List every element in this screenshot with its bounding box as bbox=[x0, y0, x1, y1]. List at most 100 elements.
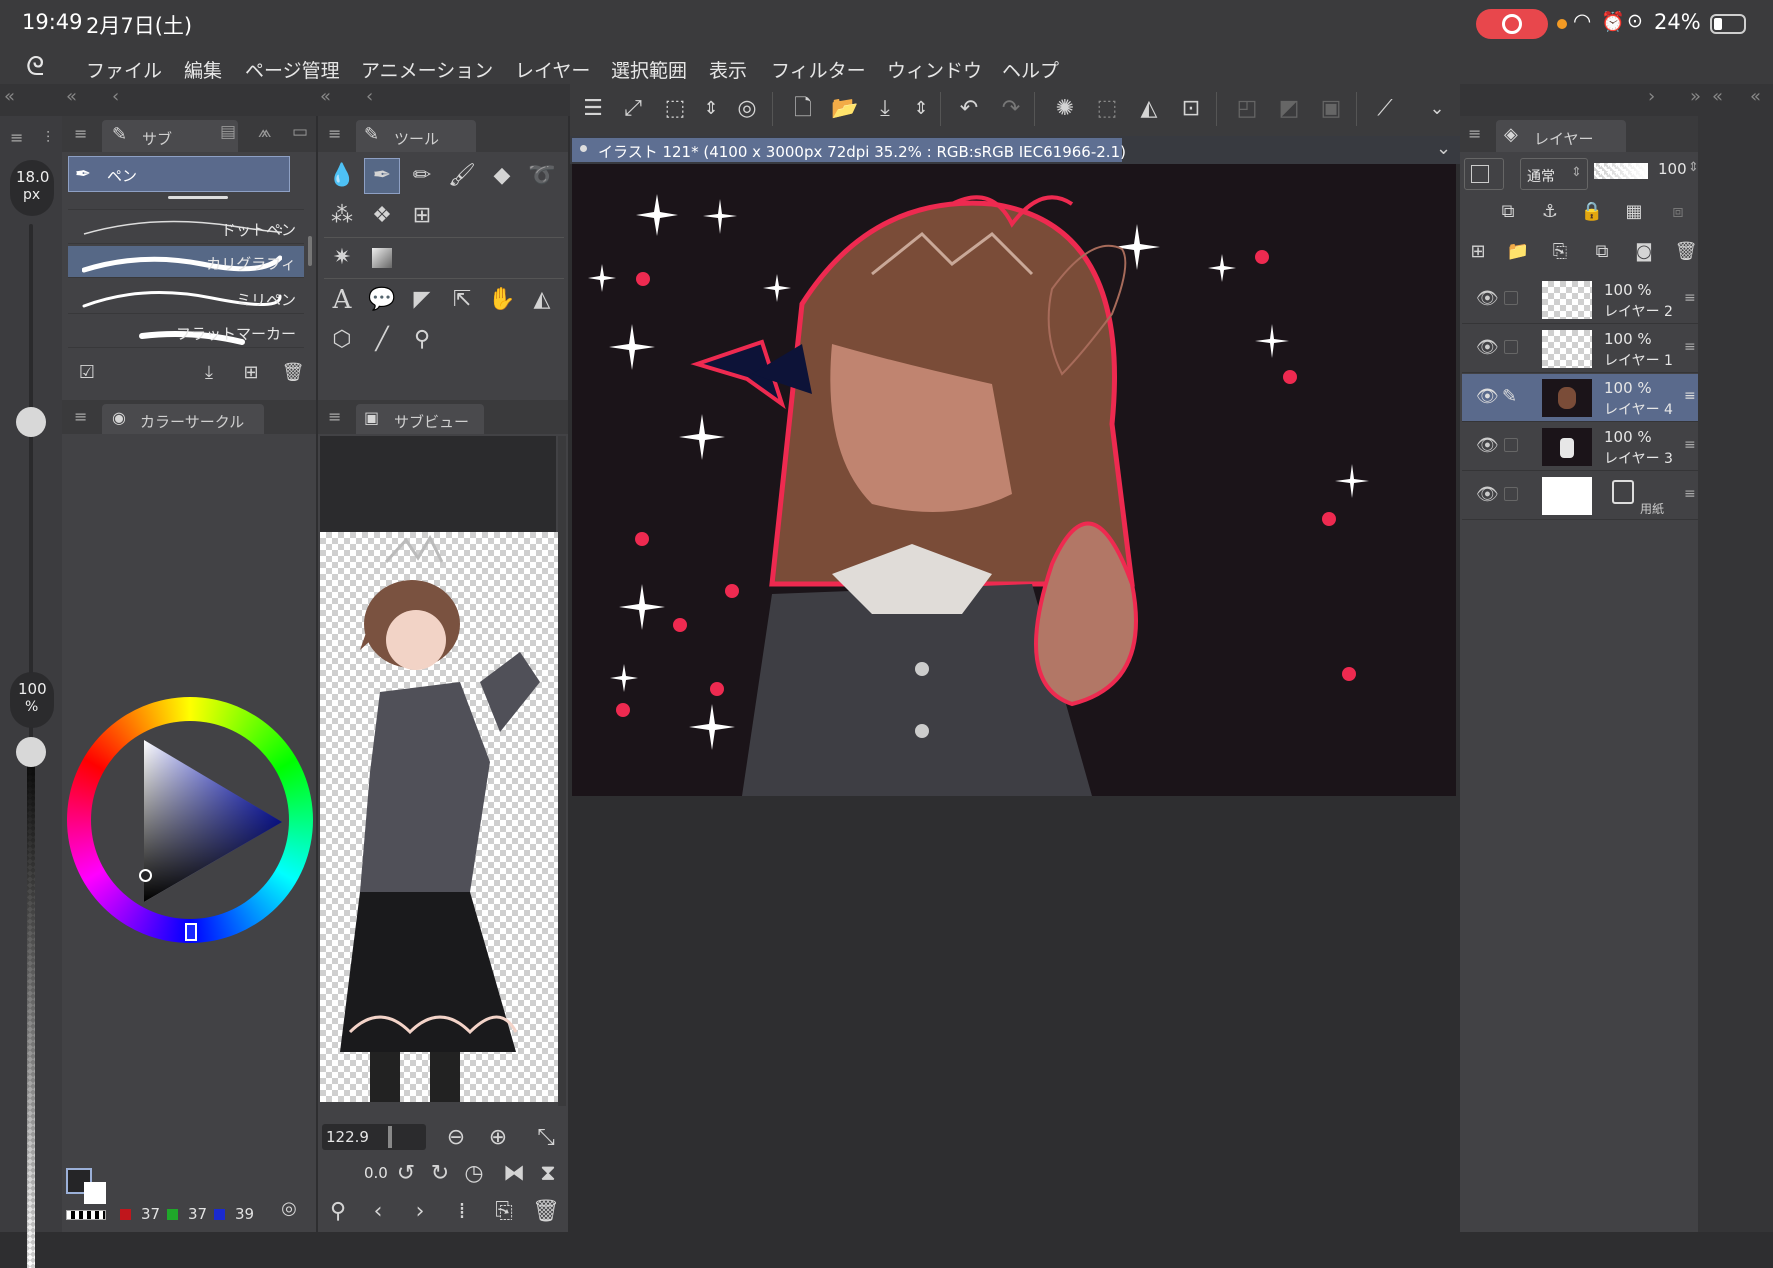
rotate-right-icon[interactable]: ↻ bbox=[426, 1160, 454, 1188]
hue-picker-cursor[interactable] bbox=[185, 923, 197, 941]
eye-icon[interactable]: 👁 bbox=[1476, 435, 1499, 456]
gradient-tool-icon[interactable] bbox=[372, 248, 392, 268]
layer-checkbox[interactable] bbox=[1504, 438, 1518, 452]
eyedropper-tool-icon[interactable]: ⚲ bbox=[404, 322, 440, 358]
tool-settings-icon[interactable]: ⫶ bbox=[46, 128, 50, 148]
clear-selection-icon[interactable]: ⬚ bbox=[1090, 92, 1124, 126]
collapse-left-icon[interactable]: « bbox=[320, 86, 331, 107]
lock-transparency-icon[interactable]: ▦ bbox=[1620, 198, 1648, 226]
duplicate-layer-icon[interactable]: ⎘ bbox=[1546, 238, 1574, 266]
expand-right-icon[interactable]: » bbox=[1690, 86, 1701, 107]
layer-color-toggle[interactable] bbox=[1464, 158, 1504, 190]
panel-menu-icon[interactable]: ≡ bbox=[74, 124, 87, 143]
menu-edit[interactable]: 編集 bbox=[184, 56, 222, 83]
brush-tool-icon[interactable]: 🖌 bbox=[444, 158, 480, 194]
updown-arrows-icon[interactable]: ⇕ bbox=[694, 92, 728, 126]
eye-icon[interactable]: 👁 bbox=[1476, 288, 1499, 309]
text-tool-icon[interactable]: A bbox=[324, 282, 360, 318]
layer-row-selected[interactable]: 👁 ✎ 100 % レイヤー 4 ≡ bbox=[1462, 374, 1698, 422]
collapse-left-icon[interactable]: « bbox=[4, 86, 15, 107]
brush-category-icon[interactable]: ▭ bbox=[292, 122, 308, 142]
collapse-left-icon[interactable]: « bbox=[1750, 86, 1761, 107]
3d-object-tool-icon[interactable]: ⬡ bbox=[324, 322, 360, 358]
fit-view-icon[interactable]: ⤡ bbox=[532, 1124, 560, 1152]
trash-icon[interactable]: 🗑 bbox=[1672, 238, 1700, 266]
tab-sub-tool[interactable]: ✎ サブ bbox=[102, 120, 238, 152]
crop-icon[interactable]: ⊡ bbox=[1174, 92, 1208, 126]
subview-reference-image[interactable] bbox=[320, 532, 558, 1102]
color-triangle[interactable] bbox=[140, 736, 286, 906]
color-picker-cursor[interactable] bbox=[139, 869, 152, 882]
drag-handle-icon[interactable]: ≡ bbox=[1684, 290, 1696, 306]
panel-menu-icon[interactable]: ≡ bbox=[1468, 124, 1481, 143]
grid-view-icon[interactable]: ⁞ bbox=[448, 1198, 476, 1226]
rotate-left-icon[interactable]: ↺ bbox=[392, 1160, 420, 1188]
blend-tool-icon[interactable]: 💧 bbox=[324, 158, 360, 194]
layer-mask-icon[interactable]: ◙ bbox=[1630, 238, 1658, 266]
subview-zoom-field[interactable]: 122.9 bbox=[322, 1124, 426, 1150]
panel-menu-icon[interactable]: ≡ bbox=[74, 407, 87, 426]
new-raster-layer-icon[interactable]: ⊞ bbox=[1464, 238, 1492, 266]
tab-tool[interactable]: ✎ ツール bbox=[356, 120, 476, 152]
color-mode-icon[interactable]: ◎ bbox=[276, 1196, 302, 1222]
chevron-left-icon[interactable]: ‹ bbox=[366, 86, 373, 107]
download-icon[interactable]: ⤓ bbox=[196, 360, 222, 386]
ruler-tool-icon[interactable]: ⊞ bbox=[404, 198, 440, 234]
selection-disabled-icon[interactable]: ▣ bbox=[1314, 92, 1348, 126]
lasso-tool-icon[interactable]: ➰ bbox=[524, 158, 560, 194]
chevron-down-icon[interactable]: ⌄ bbox=[1436, 138, 1451, 159]
brush-row-partial[interactable] bbox=[68, 194, 304, 210]
hamburger-menu-icon[interactable]: ☰ bbox=[576, 92, 610, 126]
decoration-tool-icon[interactable]: ❖ bbox=[364, 198, 400, 234]
pen-tool-icon[interactable]: ✒ bbox=[364, 158, 400, 194]
layer-row[interactable]: 👁 100 % レイヤー 3 ≡ bbox=[1462, 423, 1698, 471]
chevron-left-icon[interactable]: ‹ bbox=[112, 86, 119, 107]
menu-filter[interactable]: フィルター bbox=[771, 56, 866, 83]
menu-layer[interactable]: レイヤー bbox=[515, 56, 590, 83]
duplicate-icon[interactable]: ⊞ bbox=[238, 360, 264, 386]
sub-color-swatch[interactable] bbox=[84, 1182, 106, 1204]
panel-menu-icon[interactable]: ≡ bbox=[10, 128, 23, 147]
drag-handle-icon[interactable]: ≡ bbox=[1684, 486, 1696, 502]
menu-file[interactable]: ファイル bbox=[86, 56, 162, 83]
drag-handle-icon[interactable]: ≡ bbox=[1684, 339, 1696, 355]
hand-tool-icon[interactable]: ✋ bbox=[484, 282, 520, 318]
layer-row[interactable]: 👁 100 % レイヤー 1 ≡ bbox=[1462, 325, 1698, 373]
menu-window[interactable]: ウィンドウ bbox=[887, 56, 982, 83]
layer-row[interactable]: 👁 用紙 ≡ bbox=[1462, 472, 1698, 520]
redo-icon[interactable]: ↷ bbox=[994, 92, 1028, 126]
brush-item[interactable]: フラットマーカー bbox=[68, 316, 304, 348]
eye-icon[interactable]: 👁 bbox=[1476, 386, 1499, 407]
layer-checkbox[interactable] bbox=[1504, 487, 1518, 501]
layer-checkbox[interactable] bbox=[1504, 291, 1518, 305]
brush-size-slider-thumb[interactable] bbox=[16, 407, 46, 437]
menu-help[interactable]: ヘルプ bbox=[1002, 56, 1059, 83]
layer-row[interactable]: 👁 100 % レイヤー 2 ≡ bbox=[1462, 276, 1698, 324]
previous-image-icon[interactable]: ‹ bbox=[364, 1198, 392, 1226]
next-image-icon[interactable]: › bbox=[406, 1198, 434, 1226]
chevron-right-icon[interactable]: › bbox=[1648, 86, 1655, 107]
layer-checkbox[interactable] bbox=[1504, 340, 1518, 354]
open-file-icon[interactable]: 📂 bbox=[828, 92, 862, 126]
brush-category-icon[interactable]: ⩕ bbox=[258, 122, 271, 142]
updown-arrows-icon[interactable]: ⇕ bbox=[1688, 160, 1699, 175]
clip-layer-icon[interactable]: ⧉ bbox=[1494, 198, 1522, 226]
flip-horizontal-icon[interactable]: ⧓ bbox=[500, 1160, 528, 1188]
fit-canvas-icon[interactable]: ⤢ bbox=[616, 92, 650, 126]
sparkle-tool-icon[interactable]: ✷ bbox=[324, 240, 360, 276]
eraser-tool-icon[interactable]: ◆ bbox=[484, 158, 520, 194]
opacity-slider[interactable] bbox=[27, 738, 35, 1268]
drag-handle-icon[interactable]: ≡ bbox=[1684, 437, 1696, 453]
brush-item[interactable]: ミリペン bbox=[68, 282, 304, 314]
zoom-out-icon[interactable]: ⊖ bbox=[442, 1124, 470, 1152]
fill-icon[interactable]: ◭ bbox=[1132, 92, 1166, 126]
reference-layer-icon[interactable]: ⚓ bbox=[1536, 198, 1564, 226]
line-tool-icon[interactable]: ╱ bbox=[364, 322, 400, 358]
menu-page[interactable]: ページ管理 bbox=[245, 56, 340, 83]
collapse-left-icon[interactable]: « bbox=[1712, 86, 1723, 107]
brush-item[interactable]: ドットペン bbox=[68, 212, 304, 244]
brush-settings-icon[interactable]: ☑ bbox=[74, 360, 100, 386]
tab-color-circle[interactable]: ◉ カラーサークル bbox=[102, 404, 264, 434]
reset-rotation-icon[interactable]: ◷ bbox=[460, 1160, 488, 1188]
screen-record-indicator[interactable] bbox=[1476, 9, 1548, 39]
